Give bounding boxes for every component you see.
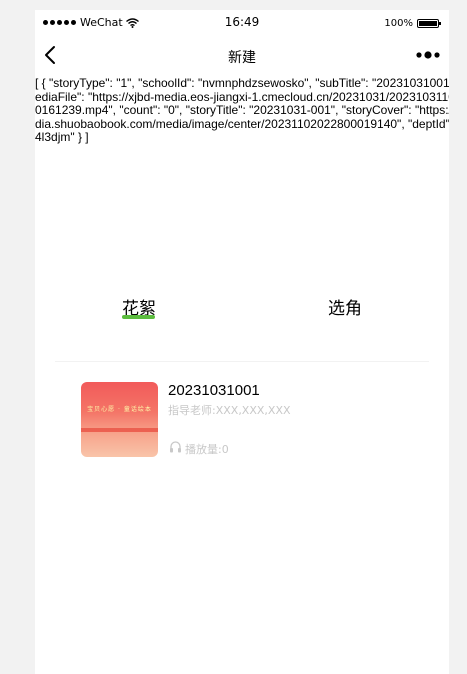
- play-count: 播放量:0: [185, 443, 229, 456]
- status-right: 100%: [384, 18, 441, 29]
- divider: [55, 361, 429, 362]
- tab-xuanjiao[interactable]: 选角: [328, 294, 362, 319]
- story-teacher: 指导老师:XXX,XXX,XXX: [168, 404, 291, 417]
- tab-active-indicator: [122, 315, 155, 319]
- headphone-icon: [170, 441, 181, 453]
- battery-percent: 100%: [384, 18, 413, 29]
- nav-bar: 新建: [35, 36, 449, 76]
- story-cover-image: 宝贝心愿 · 童话绘本: [81, 382, 158, 457]
- status-bar: WeChat 16:49 100%: [35, 10, 449, 36]
- cover-caption: 宝贝心愿 · 童话绘本: [87, 406, 152, 413]
- cover-band: [81, 428, 158, 432]
- phone-screen: WeChat 16:49 100% 新建 [ { "storyType": "1…: [35, 10, 449, 674]
- battery-icon: [417, 19, 441, 28]
- more-dots-icon[interactable]: [415, 49, 441, 61]
- page-title: 新建: [228, 50, 256, 66]
- story-title: 20231031001: [168, 382, 260, 399]
- debug-json-text: [ { "storyType": "1", "schoolId": "nvmnp…: [35, 77, 449, 145]
- story-card[interactable]: 宝贝心愿 · 童话绘本 20231031001 指导老师:XXX,XXX,XXX…: [81, 382, 401, 460]
